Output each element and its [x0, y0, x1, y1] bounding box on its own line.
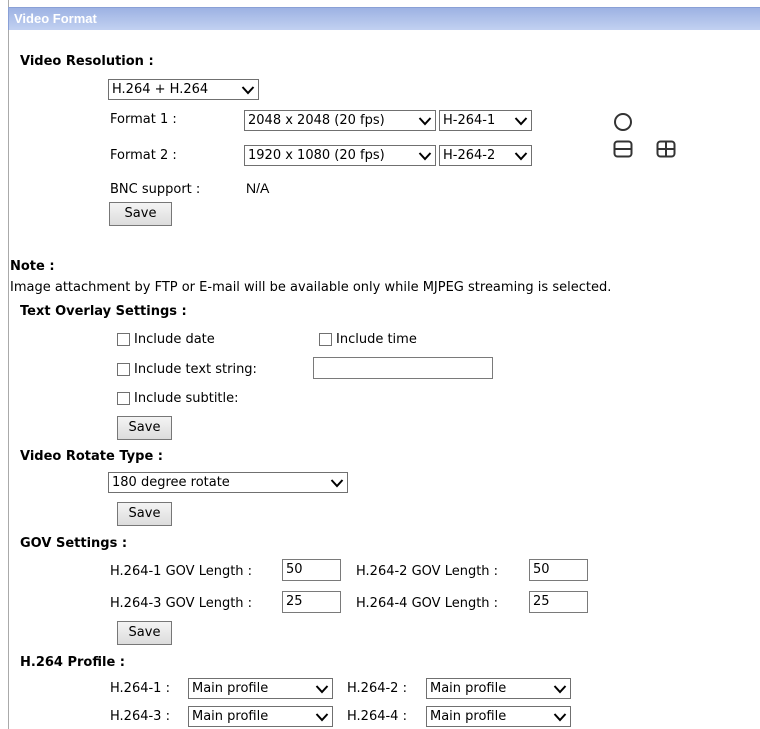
include-time-checkbox[interactable]	[319, 333, 332, 346]
chevron-down-icon	[315, 684, 329, 694]
text-overlay-label: Text Overlay Settings :	[20, 304, 187, 319]
h264-1-gov-label: H.264-1 GOV Length :	[110, 564, 253, 579]
include-text-string-checkbox[interactable]	[117, 363, 130, 376]
chevron-down-icon	[553, 684, 567, 694]
h264-3-profile-value: Main profile	[192, 709, 269, 724]
section-title: Video Format	[14, 11, 97, 26]
bnc-support-value: N/A	[246, 180, 270, 196]
quad-grid-icon[interactable]	[656, 139, 676, 159]
video-resolution-label: Video Resolution :	[20, 54, 154, 69]
h264-2-profile-label: H.264-2 :	[347, 681, 407, 696]
h264-1-profile-label: H.264-1 :	[110, 681, 170, 696]
h264-1-profile-value: Main profile	[192, 681, 269, 696]
chevron-down-icon	[553, 712, 567, 722]
split-horizontal-icon[interactable]	[613, 139, 633, 159]
h264-profile-label: H.264 Profile :	[20, 655, 125, 670]
rotate-type-value: 180 degree rotate	[112, 475, 230, 490]
include-date-checkbox[interactable]	[117, 333, 130, 346]
circle-icon[interactable]	[613, 112, 633, 132]
rotate-type-select[interactable]: 180 degree rotate	[108, 472, 348, 493]
save-resolution-button[interactable]: Save	[109, 202, 172, 226]
format2-stream-select[interactable]: H-264-2	[439, 145, 532, 166]
format1-stream-select[interactable]: H-264-1	[439, 110, 532, 131]
include-subtitle-checkbox[interactable]	[117, 392, 130, 405]
h264-2-gov-label: H.264-2 GOV Length :	[356, 564, 499, 579]
include-subtitle-label: Include subtitle:	[134, 391, 239, 406]
frame-border	[8, 0, 9, 729]
h264-4-gov-label: H.264-4 GOV Length :	[356, 596, 499, 611]
h264-3-gov-label: H.264-3 GOV Length :	[110, 596, 253, 611]
chevron-down-icon	[514, 151, 528, 161]
note-label: Note :	[10, 259, 55, 274]
chevron-down-icon	[330, 478, 344, 488]
h264-4-profile-label: H.264-4 :	[347, 709, 407, 724]
format2-label: Format 2 :	[110, 148, 177, 163]
save-gov-button[interactable]: Save	[117, 621, 172, 645]
h264-3-gov-input[interactable]: 25	[282, 591, 341, 613]
h264-3-profile-select[interactable]: Main profile	[188, 706, 333, 727]
video-mode-value: H.264 + H.264	[112, 82, 209, 97]
note-text: Image attachment by FTP or E-mail will b…	[10, 280, 612, 295]
format1-label: Format 1 :	[110, 112, 177, 127]
section-header: Video Format	[8, 7, 760, 30]
include-date-label: Include date	[134, 332, 215, 347]
h264-4-gov-input[interactable]: 25	[529, 591, 588, 613]
gov-settings-label: GOV Settings :	[20, 536, 128, 551]
chevron-down-icon	[315, 712, 329, 722]
format1-stream-value: H-264-1	[443, 113, 496, 128]
format2-resolution-select[interactable]: 1920 x 1080 (20 fps)	[244, 145, 436, 166]
chevron-down-icon	[514, 116, 528, 126]
format2-stream-value: H-264-2	[443, 148, 496, 163]
h264-3-profile-label: H.264-3 :	[110, 709, 170, 724]
format2-resolution-value: 1920 x 1080 (20 fps)	[248, 148, 385, 163]
save-rotate-button[interactable]: Save	[117, 502, 172, 526]
h264-4-profile-select[interactable]: Main profile	[426, 706, 571, 727]
h264-2-profile-select[interactable]: Main profile	[426, 678, 571, 699]
chevron-down-icon	[241, 85, 255, 95]
h264-1-profile-select[interactable]: Main profile	[188, 678, 333, 699]
video-rotate-label: Video Rotate Type :	[20, 449, 163, 464]
save-overlay-button[interactable]: Save	[117, 416, 172, 440]
h264-1-gov-input[interactable]: 50	[282, 559, 341, 581]
include-time-label: Include time	[336, 332, 417, 347]
video-mode-select[interactable]: H.264 + H.264	[108, 79, 259, 100]
h264-2-gov-input[interactable]: 50	[529, 559, 588, 581]
h264-4-profile-value: Main profile	[430, 709, 507, 724]
h264-2-profile-value: Main profile	[430, 681, 507, 696]
chevron-down-icon	[418, 151, 432, 161]
text-string-input[interactable]	[313, 357, 493, 379]
chevron-down-icon	[418, 116, 432, 126]
bnc-support-label: BNC support :	[110, 182, 201, 197]
format1-resolution-value: 2048 x 2048 (20 fps)	[248, 113, 385, 128]
format1-resolution-select[interactable]: 2048 x 2048 (20 fps)	[244, 110, 436, 131]
include-text-string-label: Include text string:	[134, 362, 257, 377]
